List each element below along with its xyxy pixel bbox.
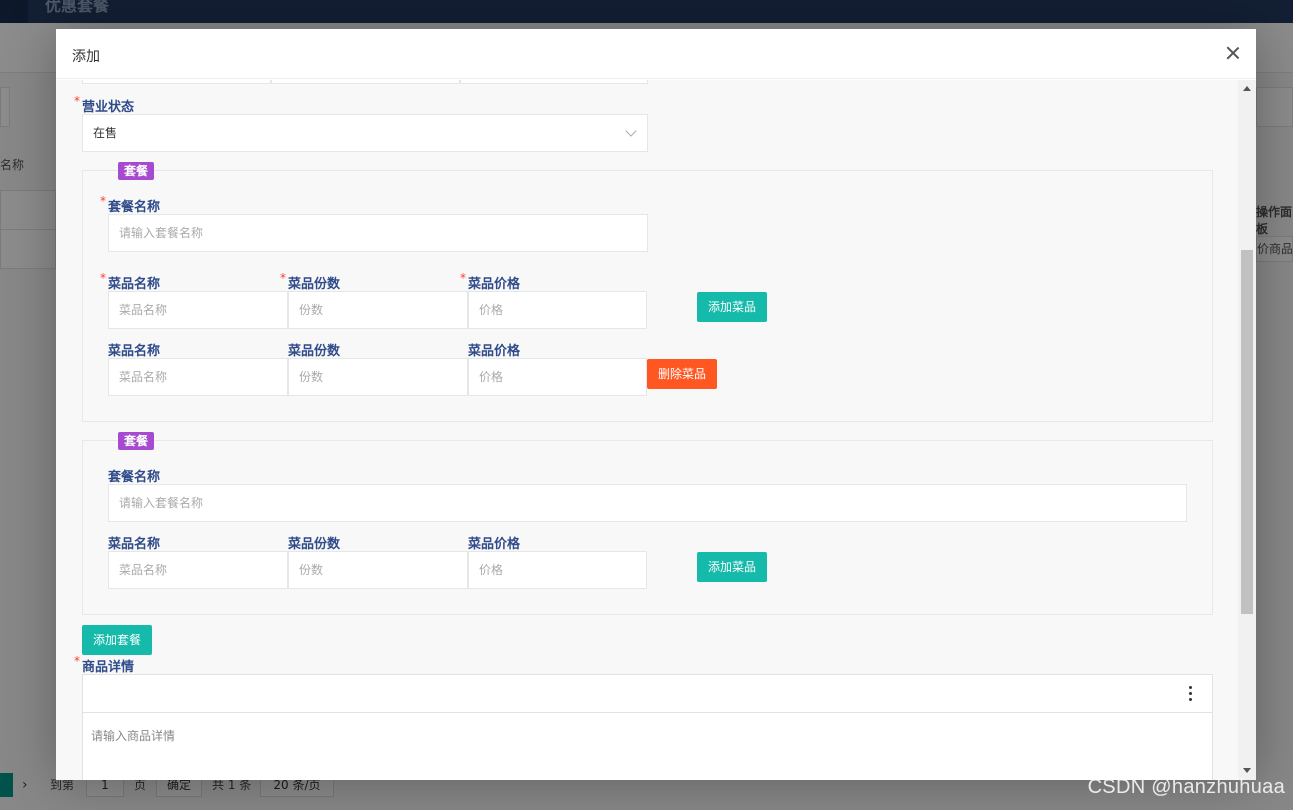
combo-name-label: 套餐名称	[108, 470, 161, 485]
dialog-body: * 营业状态 在售 套餐 * 套餐名称 请输入套餐名称 * 菜品名称 * 菜品份…	[56, 80, 1256, 780]
dish-qty-input[interactable]: 份数	[288, 551, 468, 589]
business-status-select[interactable]: 在售	[82, 114, 648, 152]
more-vertical-icon[interactable]	[1189, 686, 1193, 702]
business-status-label-text: 营业状态	[82, 100, 135, 115]
business-status-label: * 营业状态	[74, 94, 135, 115]
delete-dish-button[interactable]: 删除菜品	[647, 359, 717, 389]
dish-price-input[interactable]: 价格	[468, 358, 647, 396]
dish-qty-label: 菜品份数	[288, 537, 341, 552]
add-combo-button[interactable]: 添加套餐	[82, 625, 152, 655]
dish-name-input[interactable]: 菜品名称	[108, 291, 288, 329]
dish-name-label: 菜品名称	[108, 537, 161, 552]
combo-name-label-text: 套餐名称	[108, 200, 161, 215]
required-mark: *	[100, 194, 106, 208]
add-dish-button[interactable]: 添加菜品	[697, 292, 767, 322]
add-dish-button[interactable]: 添加菜品	[697, 552, 767, 582]
editor-toolbar	[83, 675, 1212, 713]
combo-name-input[interactable]: 请输入套餐名称	[108, 484, 1187, 522]
dish-name-label-text: 菜品名称	[108, 277, 161, 292]
dialog-title: 添加	[72, 49, 100, 65]
combo-name-input[interactable]: 请输入套餐名称	[108, 214, 648, 252]
combo-legend: 套餐	[118, 432, 155, 450]
detail-label: * 商品详情	[74, 654, 135, 675]
scroll-up-arrow-icon[interactable]	[1243, 86, 1251, 91]
dish-price-input[interactable]: 价格	[468, 551, 647, 589]
dish-price-label: * 菜品价格	[460, 271, 521, 292]
detail-editor[interactable]: 请输入商品详情	[82, 674, 1213, 780]
dish-price-label: 菜品价格	[468, 537, 521, 552]
dish-qty-label: 菜品份数	[288, 344, 341, 359]
required-mark: *	[280, 271, 286, 285]
chevron-down-icon	[625, 125, 637, 137]
dish-price-label-text: 菜品价格	[468, 277, 521, 292]
dish-price-input[interactable]: 价格	[468, 291, 647, 329]
dish-qty-label: * 菜品份数	[280, 271, 341, 292]
scrolled-input[interactable]	[460, 80, 648, 84]
scrolled-input[interactable]	[271, 80, 460, 84]
business-status-value: 在售	[93, 126, 118, 140]
scroll-down-arrow-icon[interactable]	[1243, 768, 1251, 773]
required-mark: *	[74, 654, 80, 668]
dialog-header: 添加	[56, 29, 1256, 79]
close-icon[interactable]	[1225, 45, 1241, 61]
required-mark: *	[460, 271, 466, 285]
dish-name-input[interactable]: 菜品名称	[108, 358, 288, 396]
required-mark: *	[100, 271, 106, 285]
scrolled-input[interactable]	[82, 80, 271, 84]
dish-qty-input[interactable]: 份数	[288, 291, 468, 329]
watermark: CSDN @hanzhuhuaa	[1087, 776, 1285, 798]
scrollbar-thumb[interactable]	[1241, 250, 1253, 614]
add-dialog: 添加 * 营业状态 在售 套餐 * 套餐名称 请输入套餐名称 * 菜品名称 * …	[56, 29, 1256, 780]
dialog-scrollbar[interactable]	[1238, 80, 1256, 780]
dish-qty-label-text: 菜品份数	[288, 277, 341, 292]
detail-label-text: 商品详情	[82, 660, 135, 675]
combo-name-label: * 套餐名称	[100, 194, 161, 215]
combo-legend: 套餐	[118, 162, 155, 180]
dish-name-label: 菜品名称	[108, 344, 161, 359]
required-mark: *	[74, 94, 80, 108]
dish-name-input[interactable]: 菜品名称	[108, 551, 288, 589]
detail-placeholder: 请输入商品详情	[91, 729, 176, 743]
dish-qty-input[interactable]: 份数	[288, 358, 468, 396]
dish-name-label: * 菜品名称	[100, 271, 161, 292]
dish-price-label: 菜品价格	[468, 344, 521, 359]
